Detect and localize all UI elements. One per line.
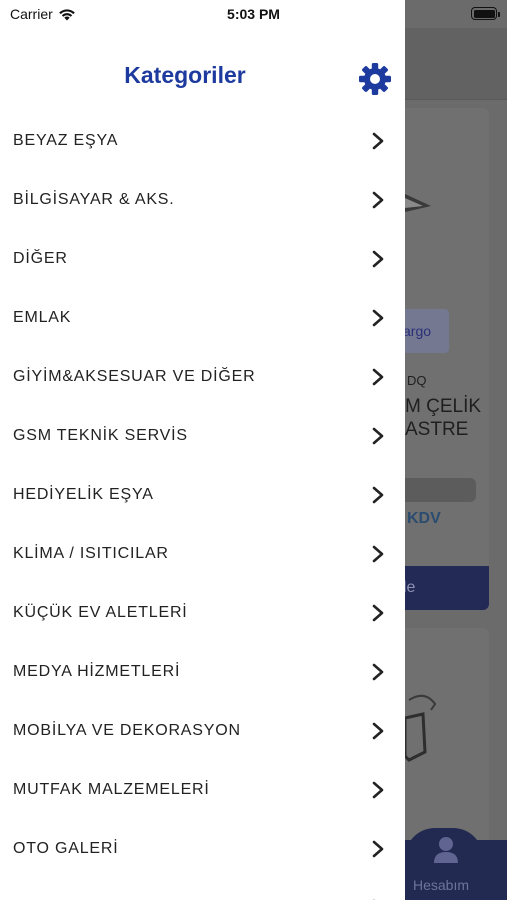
category-label: MUTFAK MALZEMELERİ [13,780,210,798]
chevron-right-icon [372,840,384,857]
category-label: MOBİLYA VE DEKORASYON [13,721,241,739]
background-cargo-tag: argo [405,309,449,353]
chevron-right-icon [372,368,384,385]
background-product-title: M ÇELİK ASTRE [405,395,507,441]
background-product-code: DQ [407,373,427,388]
drawer-title: Kategoriler [124,62,246,88]
battery-icon [471,7,500,20]
category-item[interactable]: GİYİM&AKSESUAR VE DİĞER [0,347,405,406]
gear-icon[interactable] [358,62,392,96]
chevron-right-icon [372,132,384,149]
chevron-right-icon [372,722,384,739]
category-item[interactable]: KÜÇÜK EV ALETLERİ [0,583,405,642]
category-label: KLİMA / ISITICILAR [13,544,169,562]
chevron-right-icon [372,250,384,267]
wifi-icon [58,8,75,20]
product-image-fragment-2 [405,694,437,762]
category-label: KÜÇÜK EV ALETLERİ [13,603,188,621]
category-item[interactable]: EMLAK [0,288,405,347]
carrier-group: Carrier [10,6,76,22]
category-label: MEDYA HİZMETLERİ [13,662,181,680]
category-item[interactable]: OTO GALERİ [0,819,405,878]
product-image-fragment [405,194,431,212]
category-label: BİLGİSAYAR & AKS. [13,190,175,208]
background-header [405,28,507,100]
battery-fill [473,9,495,18]
background-page-overlay[interactable]: argo DQ M ÇELİKASTRE KDV le Hesabım [405,0,507,900]
background-title-line2: ASTRE [405,419,469,440]
status-time: 5:03 PM [227,6,280,22]
category-item[interactable]: BİLGİSAYAR & AKS. [0,170,405,229]
chevron-right-icon [372,486,384,503]
category-label: HEDİYELİK EŞYA [13,485,154,503]
chevron-right-icon [372,427,384,444]
category-item[interactable]: BEYAZ EŞYA [0,111,405,170]
user-icon [434,837,458,863]
category-item[interactable]: GSM TEKNİK SERVİS [0,406,405,465]
chevron-right-icon [372,781,384,798]
category-drawer: Kategoriler BEYAZ EŞYA BİLGİSAYAR & AKS. D… [0,0,405,900]
category-label: EMLAK [13,308,72,326]
background-add-button: le [405,566,489,610]
battery-cap [498,11,500,17]
chevron-right-icon [372,309,384,326]
category-label: BEYAZ EŞYA [13,131,119,149]
chevron-right-icon [372,545,384,562]
category-item[interactable]: MEDYA HİZMETLERİ [0,642,405,701]
category-label: GİYİM&AKSESUAR VE DİĞER [13,367,256,385]
category-item[interactable]: HEDİYELİK EŞYA [0,465,405,524]
category-label: OTO GALERİ [13,839,119,857]
category-list: BEYAZ EŞYA BİLGİSAYAR & AKS. DİĞER EMLAK GİY… [0,111,405,900]
chevron-right-icon [372,191,384,208]
category-item[interactable]: OTO YEDEK PARÇA [0,878,405,900]
category-item[interactable]: MOBİLYA VE DEKORASYON [0,701,405,760]
chevron-right-icon [372,663,384,680]
status-bar: Carrier 5:03 PM [0,0,507,28]
category-label: DİĞER [13,249,68,267]
carrier-label: Carrier [10,6,53,22]
category-item[interactable]: MUTFAK MALZEMELERİ [0,760,405,819]
background-price-bar [405,478,476,502]
background-price-suffix: KDV [407,510,441,527]
category-item[interactable]: KLİMA / ISITICILAR [0,524,405,583]
background-tab-label: Hesabım [413,877,470,893]
background-title-line1: M ÇELİK [405,396,482,417]
category-label: GSM TEKNİK SERVİS [13,426,188,444]
chevron-right-icon [372,604,384,621]
category-item[interactable]: DİĞER [0,229,405,288]
